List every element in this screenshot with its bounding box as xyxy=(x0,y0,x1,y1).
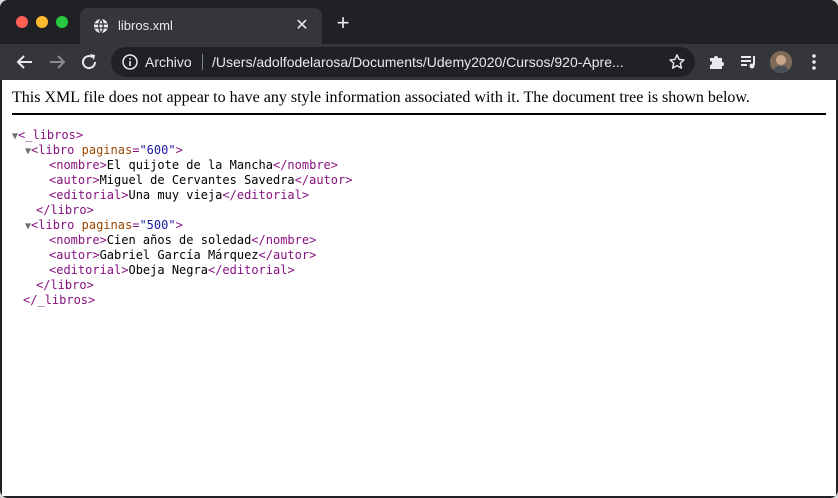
browser-toolbar: Archivo /Users/adolfodelarosa/Documents/… xyxy=(0,44,838,80)
address-divider xyxy=(202,54,203,70)
close-tag: </editorial> xyxy=(207,263,295,277)
close-tab-icon[interactable]: ✕ xyxy=(292,16,312,36)
xml-element-line: <autor>Miguel de Cervantes Savedra</auto… xyxy=(49,173,352,188)
xml-root-open-line: ▼<_libros> xyxy=(12,128,83,143)
browser-window: libros.xml ✕ + Archivo /Users/adolfodela… xyxy=(0,0,838,498)
notice-divider xyxy=(12,113,826,115)
element-text: Obeja Negra xyxy=(128,263,208,277)
libro-open-line: ▼<libro paginas="500"> xyxy=(25,218,183,233)
star-icon[interactable] xyxy=(668,53,686,71)
attr-value: "600" xyxy=(139,143,176,157)
close-tag: </editorial> xyxy=(222,188,310,202)
close-tag: </autor> xyxy=(294,173,353,187)
libro-open-tag: <libro xyxy=(31,218,75,232)
xml-element-line: <nombre>El quijote de la Mancha</nombre> xyxy=(49,158,338,173)
tag-end: > xyxy=(175,143,183,157)
open-tag: <autor> xyxy=(49,248,100,262)
open-tag: <nombre> xyxy=(49,233,107,247)
element-text: Miguel de Cervantes Savedra xyxy=(99,173,295,187)
site-scheme-label: Archivo xyxy=(145,54,192,70)
libro-open-line: ▼<libro paginas="600"> xyxy=(25,143,183,158)
title-bar: libros.xml ✕ + xyxy=(0,0,838,44)
zoom-window-button[interactable] xyxy=(56,16,68,28)
root-open-tag: <_libros> xyxy=(18,128,84,142)
tab-libros[interactable]: libros.xml ✕ xyxy=(80,8,322,44)
info-icon[interactable] xyxy=(122,54,138,70)
element-text: Cien años de soledad xyxy=(106,233,252,247)
libro-close-line: </libro> xyxy=(36,278,94,293)
close-tag: </nombre> xyxy=(272,158,338,172)
open-tag: <nombre> xyxy=(49,158,107,172)
new-tab-button[interactable]: + xyxy=(333,12,353,34)
extensions-puzzle-icon[interactable] xyxy=(707,52,727,72)
open-tag: <editorial> xyxy=(49,263,129,277)
libro-close-tag: </libro> xyxy=(36,203,94,217)
attr-value: "500" xyxy=(139,218,176,232)
media-queue-icon[interactable] xyxy=(739,52,759,72)
xml-element-line: <editorial>Obeja Negra</editorial> xyxy=(49,263,295,278)
libro-close-tag: </libro> xyxy=(36,278,94,292)
address-bar[interactable]: Archivo /Users/adolfodelarosa/Documents/… xyxy=(111,47,695,77)
url-text[interactable]: /Users/adolfodelarosa/Documents/Udemy202… xyxy=(212,54,658,70)
libro-close-line: </libro> xyxy=(36,203,94,218)
xml-element-line: <nombre>Cien años de soledad</nombre> xyxy=(49,233,316,248)
minimize-window-button[interactable] xyxy=(36,16,48,28)
open-tag: <editorial> xyxy=(49,188,129,202)
open-tag: <autor> xyxy=(49,173,100,187)
close-tag: </nombre> xyxy=(251,233,317,247)
globe-icon xyxy=(93,18,109,34)
element-text: Una muy vieja xyxy=(128,188,223,202)
xml-element-line: <editorial>Una muy vieja</editorial> xyxy=(49,188,309,203)
libro-open-tag: <libro xyxy=(31,143,75,157)
xml-root-close-line: </_libros> xyxy=(23,293,95,308)
reload-icon[interactable] xyxy=(77,50,101,74)
back-arrow-icon[interactable] xyxy=(13,50,37,74)
xml-style-notice: This XML file does not appear to have an… xyxy=(12,89,750,106)
more-vertical-icon[interactable] xyxy=(804,52,824,72)
element-text: El quijote de la Mancha xyxy=(106,158,273,172)
close-tag: </autor> xyxy=(258,248,317,262)
root-close-tag: </_libros> xyxy=(23,293,96,307)
page-content: This XML file does not appear to have an… xyxy=(2,80,836,496)
attr-name: paginas xyxy=(81,218,133,232)
tab-title: libros.xml xyxy=(118,18,173,33)
profile-avatar[interactable] xyxy=(770,51,792,73)
element-text: Gabriel García Márquez xyxy=(99,248,259,262)
attr-name: paginas xyxy=(81,143,133,157)
forward-arrow-icon[interactable] xyxy=(45,50,69,74)
close-window-button[interactable] xyxy=(16,16,28,28)
xml-element-line: <autor>Gabriel García Márquez</autor> xyxy=(49,248,316,263)
tag-end: > xyxy=(175,218,183,232)
